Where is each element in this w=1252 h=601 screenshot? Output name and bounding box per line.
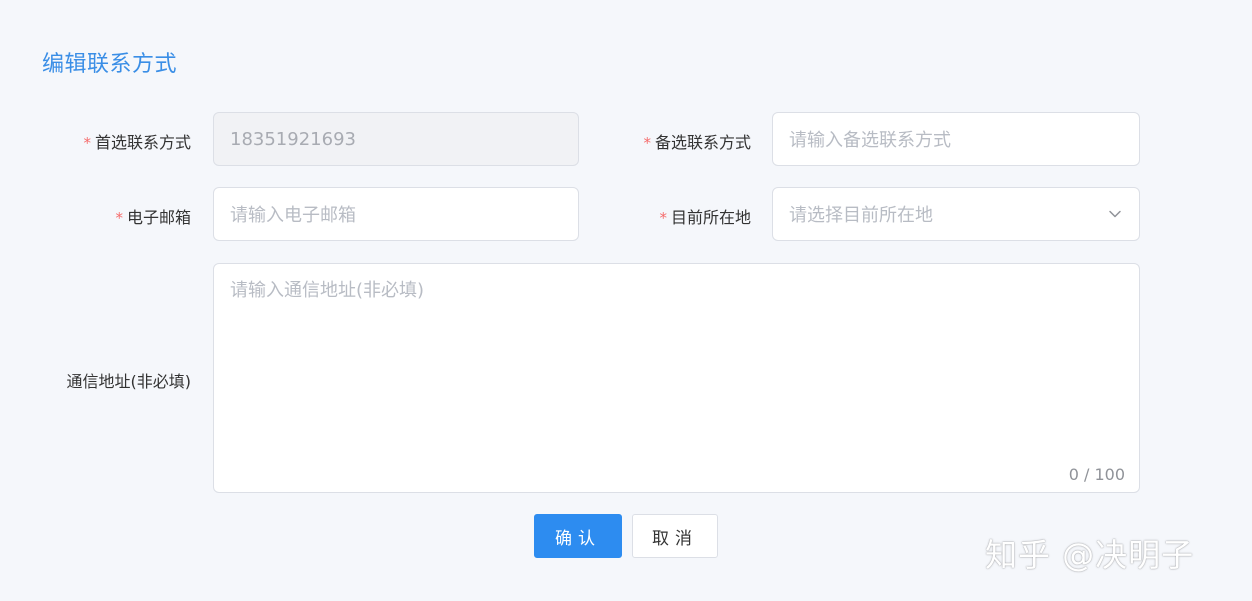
mailing-address-textarea[interactable]: 请输入通信地址(非必填) 0 / 100 bbox=[213, 263, 1140, 493]
confirm-button[interactable]: 确认 bbox=[534, 514, 622, 558]
primary-contact-value: 18351921693 bbox=[230, 128, 356, 150]
mailing-address-label-text: 通信地址(非必填) bbox=[66, 372, 192, 391]
alternate-contact-label-text: 备选联系方式 bbox=[654, 133, 751, 152]
current-location-label: * 目前所在地 bbox=[659, 204, 751, 228]
primary-contact-label: * 首选联系方式 bbox=[83, 129, 191, 153]
email-placeholder: 请输入电子邮箱 bbox=[230, 205, 356, 226]
primary-contact-input[interactable]: 18351921693 bbox=[213, 112, 579, 166]
alternate-contact-input[interactable]: 请输入备选联系方式 bbox=[772, 112, 1140, 166]
current-location-select[interactable]: 请选择目前所在地 bbox=[772, 187, 1140, 241]
email-input[interactable]: 请输入电子邮箱 bbox=[213, 187, 579, 241]
watermark: 知乎 @决明子 bbox=[985, 536, 1195, 574]
dialog-title: 编辑联系方式 bbox=[42, 52, 178, 77]
chevron-down-icon[interactable] bbox=[1107, 206, 1123, 222]
char-counter: 0 / 100 bbox=[1068, 465, 1125, 484]
cancel-button[interactable]: 取消 bbox=[632, 514, 718, 558]
current-location-placeholder: 请选择目前所在地 bbox=[789, 205, 933, 226]
primary-contact-label-text: 首选联系方式 bbox=[94, 133, 191, 152]
alternate-contact-placeholder: 请输入备选联系方式 bbox=[789, 130, 951, 151]
required-mark: * bbox=[83, 134, 91, 152]
current-location-label-text: 目前所在地 bbox=[670, 208, 751, 227]
edit-contact-dialog: 编辑联系方式 * 首选联系方式 18351921693 * 备选联系方式 请输入备选… bbox=[0, 0, 1252, 601]
mailing-address-placeholder: 请输入通信地址(非必填) bbox=[230, 280, 425, 301]
mailing-address-label: 通信地址(非必填) bbox=[67, 368, 192, 392]
required-mark: * bbox=[659, 209, 667, 227]
required-mark: * bbox=[115, 209, 123, 227]
email-label-text: 电子邮箱 bbox=[126, 208, 191, 227]
alternate-contact-label: * 备选联系方式 bbox=[643, 129, 751, 153]
required-mark: * bbox=[643, 134, 651, 152]
email-label: * 电子邮箱 bbox=[115, 204, 191, 228]
